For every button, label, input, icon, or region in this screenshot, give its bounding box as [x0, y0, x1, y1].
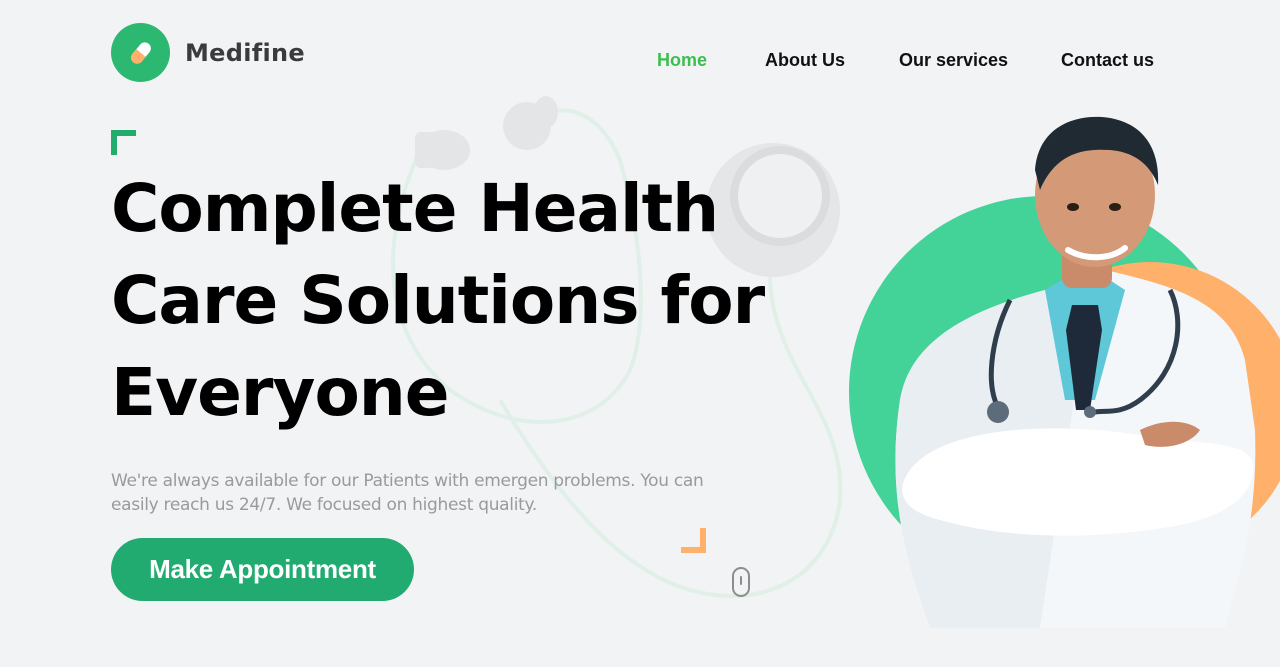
nav-our-services[interactable]: Our services — [899, 48, 1008, 72]
hero-title-line: Complete Health — [111, 170, 719, 247]
mouse-scroll-icon[interactable] — [732, 567, 750, 597]
nav-contact-us[interactable]: Contact us — [1061, 48, 1154, 72]
nav-about-us[interactable]: About Us — [765, 48, 845, 72]
nav-home[interactable]: Home — [657, 48, 707, 72]
landing-page: Medifine Home About Us Our services Cont… — [0, 0, 1280, 667]
doctor-photo — [849, 116, 1280, 628]
hero-title: Complete Health Care Solutions for Every… — [111, 163, 771, 439]
hero-title-line: Care Solutions for — [111, 262, 765, 339]
scroll-wheel — [740, 576, 742, 585]
hero-title-line: Everyone — [111, 354, 450, 431]
main-nav: Home About Us Our services Contact us — [0, 48, 1280, 72]
hero-subtitle: We're always available for our Patients … — [111, 471, 704, 515]
corner-accent-top-left — [111, 130, 136, 155]
make-appointment-button[interactable]: Make Appointment — [111, 538, 414, 601]
corner-accent-bottom-right — [681, 528, 706, 553]
